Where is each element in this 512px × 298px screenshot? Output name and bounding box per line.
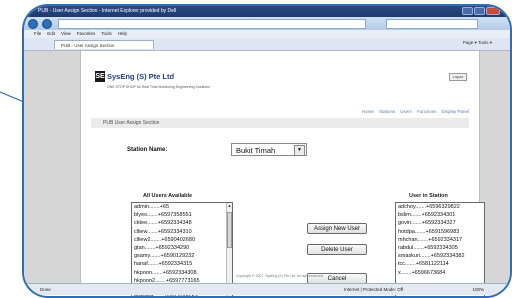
all-users-list-item[interactable]: blyeo.......+6597358551 — [132, 211, 232, 219]
all-users-heading: All Users Available — [143, 193, 193, 199]
address-input[interactable] — [58, 18, 366, 29]
maximize-button[interactable] — [474, 7, 485, 15]
status-text: Done — [40, 287, 51, 292]
delete-user-button[interactable]: Delete User — [307, 244, 367, 255]
all-users-list-item[interactable]: gtan.......+6592334290 — [132, 244, 232, 252]
back-icon[interactable] — [28, 18, 38, 29]
station-users-list-item[interactable]: tcc.......+6581122114 — [396, 260, 484, 268]
top-navigation: Home Stations Users Functions Display Pa… — [81, 108, 479, 116]
copyright-text: Copyright © 2007. SysEng (S) Pte Ltd. Al… — [236, 274, 324, 278]
logout-button[interactable]: Logout — [449, 73, 467, 81]
nav-home[interactable]: Home — [362, 108, 374, 116]
station-users-list-item[interactable]: govin.......+6592334327 — [396, 219, 484, 227]
scroll-thumb[interactable] — [227, 212, 232, 248]
window-title: PUB - User Assign Section - Internet Exp… — [38, 8, 177, 14]
nav-users[interactable]: Users — [400, 108, 412, 116]
address-bar-row: Google — [24, 17, 510, 34]
all-users-list-item[interactable]: clliew2.......+6590402680 — [132, 236, 232, 244]
station-users-list-item[interactable]: smaskuri.......+6592334382 — [396, 252, 484, 260]
status-bar: Done Internet | Protected Mode: Off 100% — [24, 283, 510, 295]
minimize-button[interactable] — [462, 7, 473, 15]
all-users-list-item[interactable]: clliew.......+6592334310 — [132, 228, 232, 236]
menu-view[interactable]: View — [61, 30, 71, 38]
station-select[interactable]: Bukit Timah ▼ — [231, 143, 307, 156]
page-content: SE SysEng (S) Pte Ltd ONE STOP SHOP for … — [80, 51, 485, 296]
station-users-list-item[interactable]: rabdul.......+6592334305 — [396, 244, 484, 252]
forward-icon[interactable] — [42, 18, 52, 29]
station-users-list-item[interactable]: bslim.......+6592334301 — [396, 211, 484, 219]
menu-tools[interactable]: Tools — [101, 30, 112, 38]
browser-window: PUB - User Assign Section - Internet Exp… — [22, 4, 512, 298]
menu-help[interactable]: Help — [118, 30, 127, 38]
zoom-level[interactable]: 100% — [472, 284, 484, 295]
menu-bar: File Edit View Favorites Tools Help — [24, 30, 510, 38]
station-users-list-item[interactable]: hotdpa.......+6591596983 — [396, 228, 484, 236]
assign-new-user-button[interactable]: Assign New User — [307, 223, 367, 234]
tab-pub[interactable]: PUB - User Assign Section — [54, 39, 154, 49]
company-name: SysEng (S) Pte Ltd — [107, 72, 175, 81]
menu-file[interactable]: File — [34, 30, 41, 38]
close-button[interactable] — [486, 7, 500, 15]
menu-favorites[interactable]: Favorites — [77, 30, 96, 38]
company-tagline: ONE STOP SHOP for Real Time Monitoring E… — [107, 85, 210, 89]
logo-icon: SE — [95, 71, 105, 82]
all-users-list-item[interactable]: gsamy.......+6590129232 — [132, 252, 232, 260]
station-users-list-item[interactable]: mhchan.......+6592334317 — [396, 236, 484, 244]
station-users-list-item[interactable]: adchoy.......+6596329822 — [396, 203, 484, 211]
tab-bar: PUB - User Assign Section Page ▾ Tools ▾ — [24, 38, 510, 51]
nav-stations[interactable]: Stations — [379, 108, 395, 116]
company-logo: SE SysEng (S) Pte Ltd — [95, 71, 174, 82]
security-zone: Internet | Protected Mode: Off — [344, 287, 404, 292]
all-users-list-item[interactable]: cktee.......+6592334348 — [132, 219, 232, 227]
scroll-up-icon[interactable]: ▲ — [227, 203, 232, 209]
window-titlebar: PUB - User Assign Section - Internet Exp… — [24, 6, 510, 17]
chevron-down-icon[interactable]: ▼ — [294, 145, 305, 156]
nav-functions[interactable]: Functions — [417, 108, 437, 116]
menu-edit[interactable]: Edit — [47, 30, 55, 38]
nav-display-panel[interactable]: Display Panel — [441, 108, 469, 116]
station-users-heading: User in Station — [409, 193, 448, 199]
all-users-list-item[interactable]: hanaf.......+6592334315 — [132, 260, 232, 268]
page-tools-menu[interactable]: Page ▾ Tools ▾ — [463, 40, 492, 46]
page-viewport: SE SysEng (S) Pte Ltd ONE STOP SHOP for … — [24, 51, 510, 296]
section-title: PUB User Assign Section — [91, 118, 469, 128]
station-select-value: Bukit Timah — [236, 146, 276, 155]
station-name-label: Station Name: — [127, 147, 168, 153]
search-input[interactable]: Google — [386, 18, 478, 34]
all-users-list-item[interactable]: admin.......+65 — [132, 203, 232, 211]
